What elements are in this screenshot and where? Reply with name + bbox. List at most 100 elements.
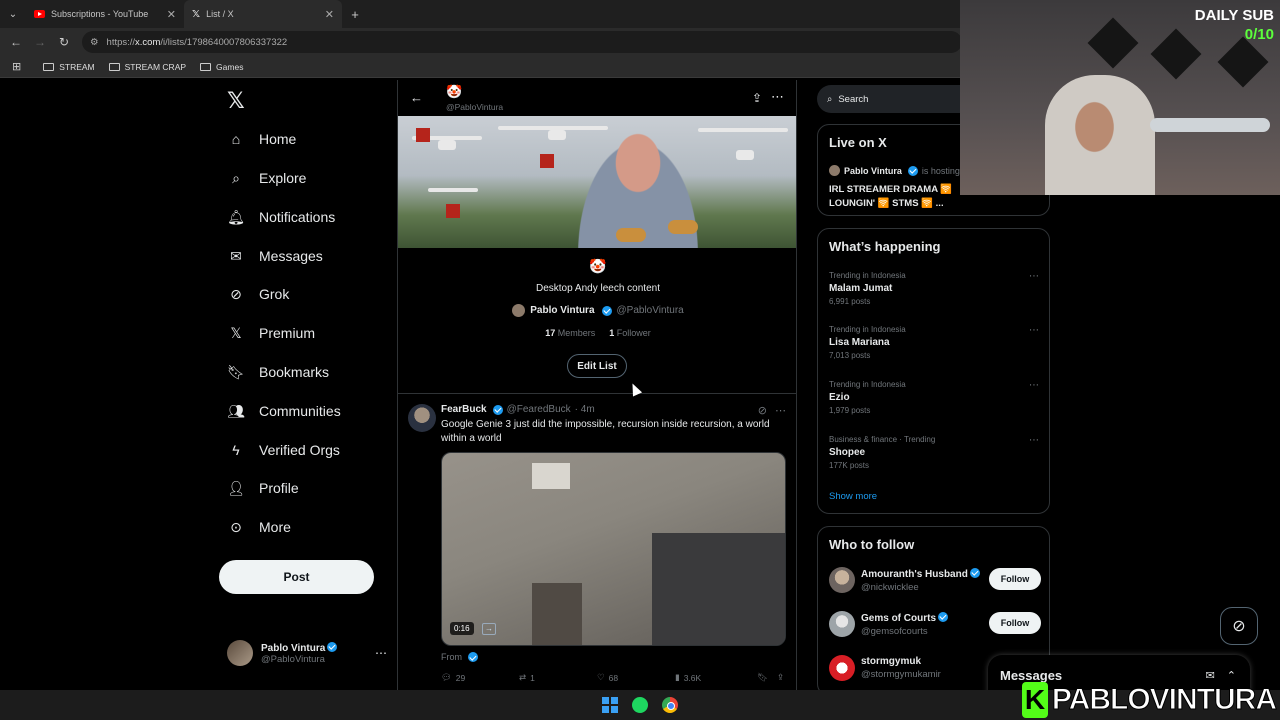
drone-rotor (428, 188, 478, 192)
repost-button[interactable]: ⇄ 1 (519, 672, 597, 683)
share-icon[interactable]: ⇪ (777, 672, 784, 683)
nav-messages[interactable]: ✉ Messages (227, 241, 323, 271)
grok-icon: ⊘ (230, 285, 242, 302)
more-circle-icon: ⊙ (230, 518, 242, 535)
tweet-video[interactable]: 0:16 → (441, 452, 786, 646)
heart-icon: ♡ (597, 672, 605, 682)
bookmark-stream[interactable]: STREAM (43, 62, 95, 72)
back-arrow-icon[interactable]: ← (410, 90, 423, 105)
apps-grid-icon[interactable]: ⊞ (12, 60, 21, 73)
communities-icon: 👥︎ (227, 402, 245, 419)
like-button[interactable]: ♡ 68 (597, 672, 675, 683)
chrome-icon[interactable] (662, 697, 678, 713)
follow-button[interactable]: Follow (989, 612, 1041, 634)
nav-profile[interactable]: 👤︎ Profile (227, 473, 299, 503)
trend-item[interactable]: Trending in Indonesia Lisa Mariana 7,013… (829, 325, 1039, 360)
more-dots-icon[interactable]: ⋯ (1029, 271, 1039, 282)
tab-x-list[interactable]: 𝕏 List / X ✕ (184, 0, 342, 28)
new-tab-button[interactable]: + (342, 7, 368, 22)
more-dots-icon[interactable]: ⋯ (1029, 380, 1039, 391)
folder-icon (43, 62, 55, 71)
avatar (829, 567, 855, 593)
trend-item[interactable]: Trending in Indonesia Ezio 1,979 posts ⋯ (829, 380, 1039, 415)
nav-more[interactable]: ⊙ More (227, 512, 291, 542)
tweet-top-actions: ⊘ ⋯ (758, 404, 786, 417)
repost-icon: ⇄ (519, 672, 527, 682)
drone-bag (540, 154, 554, 168)
list-owner[interactable]: Pablo Vintura @PabloVintura (398, 304, 796, 317)
bookmark-icon[interactable]: 🔖︎ (757, 672, 777, 683)
trend-item[interactable]: Trending in Indonesia Malam Jumat 6,991 … (829, 271, 1039, 306)
trend-item[interactable]: Business & finance · Trending Shopee 177… (829, 435, 1039, 470)
more-dots-icon[interactable]: ⋯ (775, 404, 786, 417)
nav-communities[interactable]: 👥︎ Communities (227, 396, 341, 426)
tweet-time[interactable]: · 4m (575, 404, 595, 415)
streamer-figure (1045, 75, 1155, 195)
verified-badge-icon (327, 641, 338, 652)
nav-grok[interactable]: ⊘ Grok (227, 279, 289, 309)
streamer-name: PABLOVINTURA (1051, 683, 1277, 717)
show-more-link[interactable]: Show more (829, 491, 877, 502)
whats-happening-card: What’s happening Trending in Indonesia M… (817, 228, 1050, 514)
folder-icon (200, 62, 212, 71)
tweet[interactable]: FearBuck @FearedBuck · 4m ⊘ ⋯ Google Gen… (398, 394, 796, 690)
video-duration: 0:16 (450, 622, 474, 635)
reload-icon[interactable]: ↻ (52, 35, 76, 49)
card-title: Live on X (829, 135, 887, 150)
close-tab-icon[interactable]: ✕ (325, 8, 334, 21)
site-info-icon[interactable]: ⚙ (90, 37, 99, 48)
follow-suggestion[interactable]: Gems of Courts @gemsofcourts Follow (829, 608, 1041, 640)
windows-start-icon[interactable] (602, 697, 618, 713)
more-dots-icon[interactable]: ⋯ (1029, 435, 1039, 446)
expand-icon[interactable]: → (482, 623, 496, 635)
x-logo-icon[interactable]: 𝕏 (227, 88, 245, 114)
url-input[interactable]: ⚙ https://x.com/i/lists/1798640007806337… (82, 31, 962, 53)
grok-icon[interactable]: ⊘ (758, 404, 767, 417)
nav-bookmarks[interactable]: 🔖︎ Bookmarks (227, 357, 329, 387)
verified-badge-icon (601, 305, 612, 316)
nav-verified-orgs[interactable]: ϟ Verified Orgs (227, 435, 340, 465)
views-button[interactable]: ▮ 3.6K (675, 672, 757, 683)
drone-body (548, 130, 566, 140)
tweet-actions: 💬︎ 29 ⇄ 1 ♡ 68 ▮ 3.6K 🔖︎ ⇪ (441, 672, 791, 683)
avatar[interactable] (408, 404, 436, 432)
list-emoji: 🤡 (589, 258, 607, 274)
close-tab-icon[interactable]: ✕ (167, 8, 176, 21)
spotify-icon[interactable] (632, 697, 648, 713)
nav-explore[interactable]: ⌕ Explore (227, 163, 306, 193)
bookmark-games[interactable]: Games (200, 62, 243, 72)
follow-suggestion[interactable]: Amouranth's Husband @nickwicklee Follow (829, 564, 1041, 596)
verified-badge-icon (907, 165, 918, 176)
tweet-author-handle[interactable]: @FearedBuck (507, 404, 571, 415)
more-dots-icon[interactable]: ⋯ (771, 89, 784, 105)
forward-icon[interactable]: → (28, 35, 52, 49)
more-dots-icon[interactable]: ⋯ (375, 646, 387, 660)
nav-home[interactable]: ⌂ Home (227, 124, 297, 154)
reply-button[interactable]: 💬︎ 29 (441, 672, 519, 683)
share-icon[interactable]: ⇪ (752, 91, 762, 105)
owner-handle: @PabloVintura (616, 305, 684, 316)
kick-logo: K (1022, 682, 1048, 718)
account-switcher[interactable]: Pablo Vintura @PabloVintura ⋯ (227, 640, 387, 666)
more-dots-icon[interactable]: ⋯ (1029, 325, 1039, 336)
tab-search-chevron-icon[interactable]: ⌄ (0, 9, 26, 20)
tweet-author-name[interactable]: FearBuck (441, 404, 487, 415)
back-icon[interactable]: ← (4, 35, 28, 49)
members-link[interactable]: 17 Members (545, 328, 595, 338)
edit-list-button[interactable]: Edit List (567, 354, 627, 378)
list-banner-image (398, 116, 796, 248)
nav-premium[interactable]: 𝕏 Premium (227, 318, 315, 348)
followers-link[interactable]: 1 Follower (609, 328, 651, 338)
reply-icon: 💬︎ (441, 672, 452, 682)
post-button[interactable]: Post (219, 560, 374, 594)
follow-button[interactable]: Follow (989, 568, 1041, 590)
grok-floating-button[interactable]: ⊘ (1220, 607, 1258, 645)
bookmark-stream-crap[interactable]: STREAM CRAP (108, 62, 186, 72)
tab-youtube[interactable]: Subscriptions - YouTube ✕ (26, 0, 184, 28)
verified-badge-icon (938, 611, 949, 622)
drone-rotor (698, 128, 788, 132)
tab-title: Subscriptions - YouTube (51, 9, 149, 19)
list-header: ← 🤡 @PabloVintura ⇪ ⋯ (398, 80, 796, 116)
video-scene (532, 463, 570, 489)
nav-notifications[interactable]: 🔔︎ Notifications (227, 202, 335, 232)
